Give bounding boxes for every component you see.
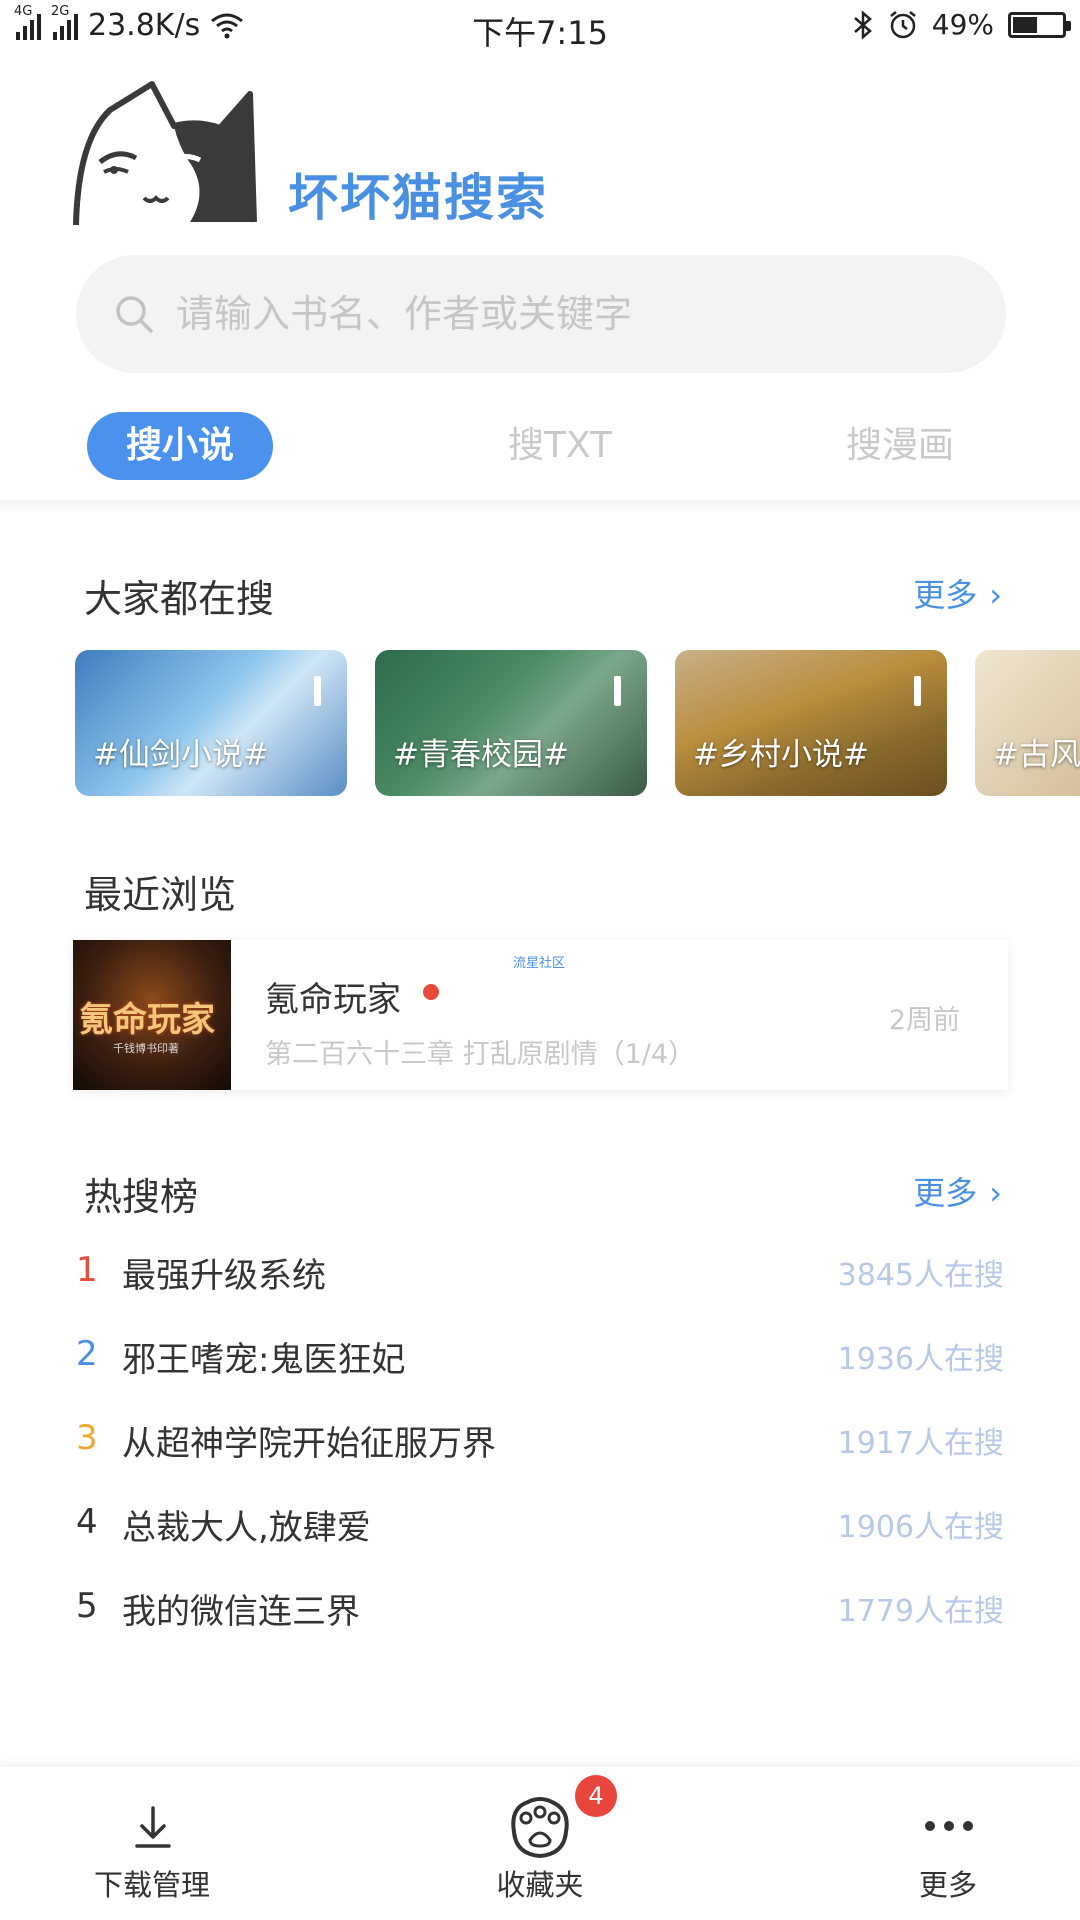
cat-logo-icon: [73, 81, 257, 226]
hot-search-count: 1779人在搜: [837, 1594, 1004, 1629]
book-chapter: 第二百六十三章 打乱原剧情（1/4）: [265, 1039, 696, 1070]
chevron-right-icon: ›: [989, 576, 1002, 614]
topic-label: #青春校园#: [393, 737, 569, 773]
bluetooth-icon: [853, 9, 872, 40]
hot-rank: 1: [76, 1250, 98, 1290]
card-marker: [614, 676, 621, 706]
cover-subtitle: 千钱博书印著: [113, 1042, 179, 1055]
hot-book-name: 总裁大人,放肆爱: [122, 1508, 371, 1548]
topic-label: #乡村小说#: [693, 737, 869, 773]
hot-search-count: 3845人在搜: [837, 1258, 1004, 1293]
card-marker: [314, 676, 321, 706]
topic-label: #仙剑小说#: [93, 737, 269, 773]
bottom-nav: 下载管理 收藏夹 更多: [0, 1765, 1080, 1920]
status-right: 49%: [852, 8, 1071, 41]
nav-more-label: 更多: [918, 1868, 977, 1902]
topic-card[interactable]: #古风: [975, 650, 1080, 796]
nav-more[interactable]: 更多: [848, 1766, 1048, 1920]
topic-card[interactable]: #仙剑小说#: [75, 650, 347, 796]
chevron-right-icon: ›: [989, 1174, 1002, 1212]
hot-book-name: 我的微信连三界: [122, 1592, 360, 1632]
battery-percent: 49%: [931, 8, 994, 41]
unread-dot: [423, 984, 439, 1000]
battery-fill: [1013, 16, 1037, 33]
search-icon: [116, 296, 153, 333]
download-icon: [135, 1806, 171, 1848]
cover-title: 氪命玩家: [79, 1000, 215, 1040]
hot-rank: 5: [76, 1586, 98, 1626]
trending-more-link[interactable]: 更多 ›: [913, 570, 1002, 616]
recent-title: 最近浏览: [84, 873, 237, 917]
hot-list-item[interactable]: 1 最强升级系统 3845人在搜: [0, 1244, 1080, 1304]
hot-search-count: 1906人在搜: [837, 1510, 1004, 1545]
watermark-text: 流星社区: [513, 956, 566, 971]
alarm-icon: [889, 10, 916, 38]
search-input[interactable]: [176, 292, 956, 336]
hot-rank: 4: [76, 1502, 98, 1542]
hot-search-count: 1917人在搜: [837, 1426, 1004, 1461]
paw-icon: [511, 1797, 569, 1859]
app-logo: 坏坏猫搜索: [70, 80, 590, 230]
hot-rank: 2: [76, 1334, 98, 1374]
hot-more-label: 更多: [913, 1174, 978, 1212]
hot-list-item[interactable]: 5 我的微信连三界 1779人在搜: [0, 1580, 1080, 1640]
hot-more-link[interactable]: 更多 ›: [913, 1168, 1002, 1214]
hot-rank: 3: [76, 1418, 98, 1458]
topic-card[interactable]: #乡村小说#: [675, 650, 947, 796]
book-time: 2周前: [888, 1005, 960, 1036]
hot-book-name: 邪王嗜宠:鬼医狂妃: [122, 1340, 406, 1380]
hot-list-item[interactable]: 2 邪王嗜宠:鬼医狂妃 1936人在搜: [0, 1328, 1080, 1388]
recent-book-card[interactable]: 氪命玩家 千钱博书印著 流星社区 氪命玩家 第二百六十三章 打乱原剧情（1/4）…: [73, 940, 1008, 1090]
book-cover: 氪命玩家 千钱博书印著: [73, 940, 231, 1090]
hot-book-name: 从超神学院开始征服万界: [122, 1424, 496, 1464]
hot-book-name: 最强升级系统: [122, 1256, 326, 1296]
tab-novel[interactable]: 搜小说: [87, 412, 273, 480]
nav-favorites-label: 收藏夹: [496, 1868, 584, 1902]
nav-download[interactable]: 下载管理: [52, 1766, 252, 1920]
trending-more-label: 更多: [913, 576, 978, 614]
book-title: 氪命玩家: [265, 980, 401, 1020]
hot-title: 热搜榜: [84, 1175, 199, 1219]
search-type-tabs: 搜小说 搜TXT 搜漫画: [0, 412, 1080, 482]
tab-txt[interactable]: 搜TXT: [440, 412, 680, 480]
section-divider: [0, 500, 1080, 514]
topic-label: #古风: [993, 737, 1080, 773]
hot-list-item[interactable]: 3 从超神学院开始征服万界 1917人在搜: [0, 1412, 1080, 1472]
status-bar: 4G 2G 23.8K/s 下午7:15 49%: [0, 0, 1080, 56]
battery-icon: [1008, 11, 1071, 38]
topic-cards: #仙剑小说# #青春校园# #乡村小说# #古风: [0, 650, 1080, 796]
tab-comic[interactable]: 搜漫画: [800, 412, 1000, 480]
topic-card[interactable]: #青春校园#: [375, 650, 647, 796]
nav-download-label: 下载管理: [93, 1868, 210, 1902]
card-marker: [914, 676, 921, 706]
trending-title: 大家都在搜: [84, 577, 275, 621]
hot-search-count: 1936人在搜: [837, 1342, 1004, 1377]
favorites-badge: 4: [575, 1775, 617, 1817]
logo-text: 坏坏猫搜索: [288, 169, 548, 227]
more-dots-icon: [925, 1821, 973, 1831]
hot-list-item[interactable]: 4 总裁大人,放肆爱 1906人在搜: [0, 1496, 1080, 1556]
search-bar[interactable]: [76, 255, 1006, 373]
